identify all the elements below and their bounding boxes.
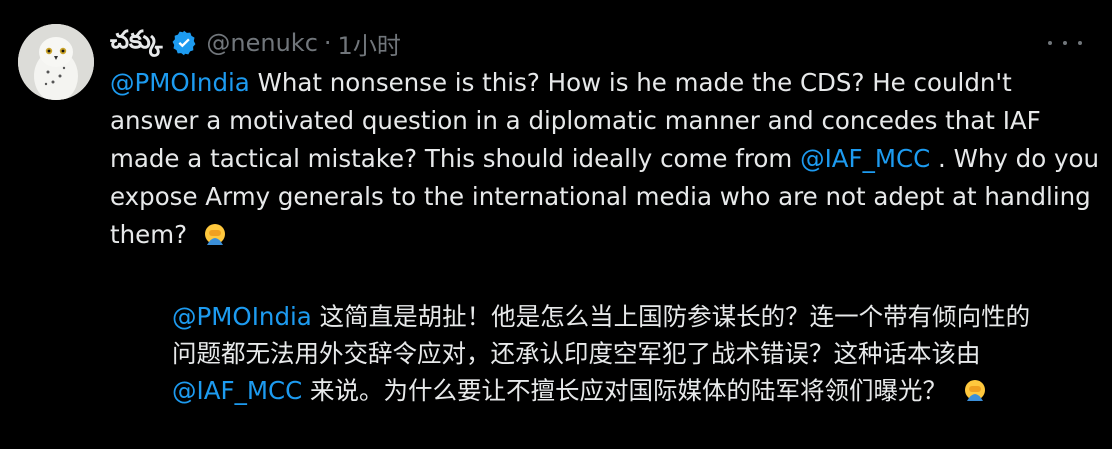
more-options-icon: [1048, 41, 1052, 45]
verified-badge-icon: [172, 30, 196, 56]
display-name[interactable]: చక్కు: [110, 25, 162, 61]
user-handle[interactable]: @nenukc: [206, 29, 318, 57]
tweet-text: @PMOIndia What nonsense is this? How is …: [110, 64, 1100, 260]
facepalm-emoji-icon: [201, 221, 229, 260]
tweet-header: చక్కు @nenukc · 1小时: [110, 25, 401, 61]
translation-text-part: 来说。为什么要让不擅长应对国际媒体的陆军将领们曝光？: [302, 376, 955, 405]
mention-iaf-mcc[interactable]: @IAF_MCC: [172, 376, 302, 405]
separator-dot: ·: [323, 29, 332, 57]
translation-text: @PMOIndia 这简直是胡扯！他是怎么当上国防参谋长的？连一个带有倾向性的问…: [172, 298, 1032, 415]
owl-avatar-icon: [18, 24, 94, 100]
mention-pmoindia[interactable]: @PMOIndia: [172, 302, 312, 331]
timestamp[interactable]: 1小时: [338, 26, 401, 61]
mention-iaf-mcc[interactable]: @IAF_MCC: [800, 144, 930, 173]
avatar[interactable]: [18, 24, 94, 100]
more-options-button[interactable]: [1048, 30, 1082, 56]
mention-pmoindia[interactable]: @PMOIndia: [110, 68, 250, 97]
facepalm-emoji-icon: [961, 377, 989, 415]
